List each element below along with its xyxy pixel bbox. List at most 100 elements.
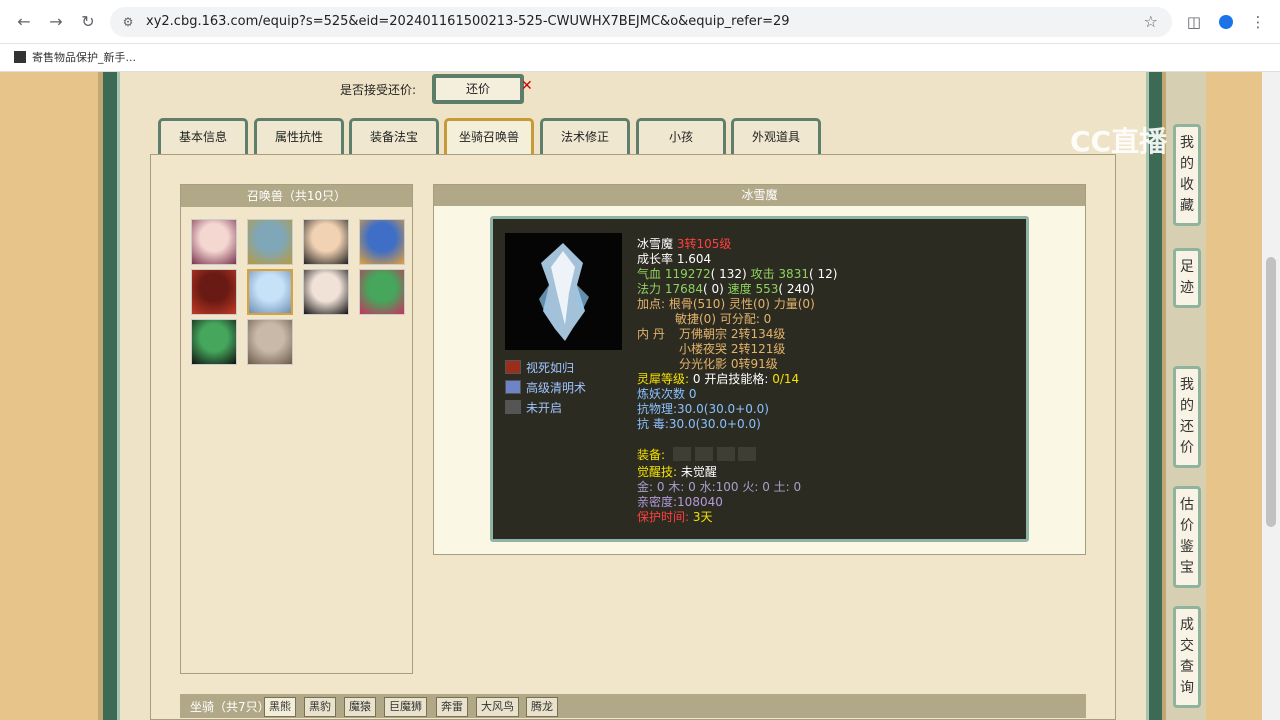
mount-bar: 坐骑（共7只） 黑熊 黑豹 魔猿 巨魔狮 奔雷 大风鸟 腾龙: [180, 694, 1086, 718]
profile-icon[interactable]: [1216, 12, 1236, 32]
skill-label: 视死如归: [526, 361, 575, 375]
back-icon[interactable]: ←: [12, 10, 36, 34]
forward-icon[interactable]: →: [44, 10, 68, 34]
pet-thumbnail[interactable]: [303, 219, 349, 265]
scrollbar[interactable]: [1262, 72, 1280, 720]
page-area: 我的收藏 足迹 我的还价 估价鉴宝 成交查询 CC直播 是否接受还价: 还价 ✕…: [0, 72, 1280, 720]
mp-extra: ( 0): [703, 282, 724, 296]
skill-item[interactable]: 视死如归: [505, 359, 574, 376]
pet-thumbnail[interactable]: [191, 219, 237, 265]
spd-label: 速度: [727, 282, 752, 296]
skill-icon: [505, 360, 521, 374]
tab-attributes[interactable]: 属性抗性: [254, 118, 344, 154]
pet-thumbnail[interactable]: [247, 319, 293, 365]
pet-portrait: [505, 233, 622, 350]
elements-line: 金: 0 木: 0 水:100 火: 0 土: 0: [637, 480, 802, 494]
left-frame-border: [98, 72, 120, 720]
skill-item[interactable]: 高级清明术: [505, 379, 586, 396]
pet-thumbnail[interactable]: [191, 319, 237, 365]
skill-label: 高级清明术: [526, 381, 587, 395]
skill-icon: [505, 380, 521, 394]
mount-tab[interactable]: 巨魔狮: [384, 697, 427, 717]
pet-thumbnail[interactable]: [247, 269, 293, 315]
linxi-value: 0 开启技能格:: [692, 372, 769, 386]
bookmark-favicon-icon: [14, 51, 26, 63]
atk-value: 3831: [778, 267, 809, 281]
menu-icon[interactable]: ⋮: [1248, 12, 1268, 32]
dan-item: 小楼夜哭 2转121级: [679, 342, 786, 356]
mount-tab[interactable]: 黑豹: [304, 697, 336, 717]
side-panel-icon[interactable]: ◫: [1184, 12, 1204, 32]
address-bar[interactable]: ⚙ xy2.cbg.163.com/equip?s=525&eid=202401…: [110, 7, 1172, 37]
my-counter-offers-button[interactable]: 我的还价: [1173, 366, 1201, 468]
dan-item: 万佛朝宗 2转134级: [679, 327, 786, 341]
pet-thumbnail[interactable]: [359, 269, 405, 315]
resist-poison-line: 抗 毒:30.0(30.0+0.0): [637, 417, 761, 432]
right-margin: [1206, 72, 1262, 720]
footprint-button[interactable]: 足迹: [1173, 248, 1201, 308]
resist-phys-line: 抗物理:30.0(30.0+0.0): [637, 402, 769, 417]
pet-detail-header: 冰雪魔: [434, 185, 1085, 206]
linxi-label: 灵犀等级:: [637, 372, 690, 386]
equip-slot[interactable]: [716, 447, 735, 461]
skill-item[interactable]: 未开启: [505, 399, 562, 416]
appraisal-button[interactable]: 估价鉴宝: [1173, 486, 1201, 588]
equip-label: 装备:: [637, 448, 666, 462]
points-line: 加点: 根骨(510) 灵性(0) 力量(0): [637, 297, 815, 311]
locked-skill-icon: [505, 400, 521, 414]
mount-tab[interactable]: 腾龙: [526, 697, 558, 717]
equip-slot[interactable]: [738, 447, 757, 461]
protect-value: 3天: [692, 510, 713, 524]
atk-extra: ( 12): [808, 267, 838, 281]
summon-list: 召唤兽（共10只）: [180, 184, 413, 674]
pet-thumbnail[interactable]: [247, 219, 293, 265]
tab-appearance[interactable]: 外观道具: [731, 118, 821, 154]
bookmark-star-icon[interactable]: ☆: [1144, 12, 1158, 31]
equip-slot[interactable]: [672, 447, 691, 461]
transaction-query-button[interactable]: 成交查询: [1173, 606, 1201, 708]
ice-demon-icon: [539, 243, 589, 341]
hp-atk-line: 气血 119272( 132) 攻击 3831( 12): [637, 267, 837, 282]
hp-label: 气血: [637, 267, 662, 281]
dan-label: 内 丹: [637, 327, 665, 341]
equip-slot[interactable]: [694, 447, 713, 461]
tab-equipment[interactable]: 装备法宝: [349, 118, 439, 154]
tab-spell-modifiers[interactable]: 法术修正: [540, 118, 630, 154]
url-text[interactable]: xy2.cbg.163.com/equip?s=525&eid=20240116…: [146, 14, 790, 29]
reload-icon[interactable]: ↻: [76, 10, 100, 34]
tab-basic-info[interactable]: 基本信息: [158, 118, 248, 154]
atk-label: 攻击: [750, 267, 775, 281]
right-sidebar: 我的收藏 足迹 我的还价 估价鉴宝 成交查询: [1166, 72, 1206, 720]
site-info-icon[interactable]: ⚙: [120, 14, 136, 30]
protect-label: 保护时间:: [637, 510, 690, 524]
close-icon: ✕: [521, 78, 533, 94]
mount-tab[interactable]: 黑熊: [264, 697, 296, 717]
bookmark-item[interactable]: 寄售物品保护_新手...: [14, 49, 136, 65]
resist-poison-value: 30.0(30.0+0.0): [668, 417, 761, 431]
mount-tab[interactable]: 奔雷: [436, 697, 468, 717]
protect-line: 保护时间: 3天: [637, 510, 713, 525]
pet-thumbnail[interactable]: [303, 269, 349, 315]
pet-thumbnail[interactable]: [191, 269, 237, 315]
awaken-value: 未觉醒: [680, 465, 717, 479]
awaken-line: 觉醒技: 未觉醒: [637, 465, 717, 480]
pet-thumbnail[interactable]: [359, 219, 405, 265]
right-frame-border: [1146, 72, 1166, 720]
hp-extra: ( 132): [710, 267, 747, 281]
linxi-slots: 0/14: [772, 372, 800, 386]
scroll-thumb[interactable]: [1266, 257, 1276, 527]
tab-mounts-summons[interactable]: 坐骑召唤兽: [444, 118, 534, 154]
my-favorites-button[interactable]: 我的收藏: [1173, 124, 1201, 226]
bookmarks-bar: 寄售物品保护_新手...: [0, 44, 1280, 72]
mp-value: 17684: [664, 282, 704, 296]
mount-tab[interactable]: 大风鸟: [476, 697, 519, 717]
mp-label: 法力: [637, 282, 662, 296]
pet-name-line: 冰雪魔 3转105级: [637, 237, 731, 252]
pet-detail-panel: 冰雪魔 视死如归 高级清明术 未开启 冰雪魔 3转105级 成长率 1.604 …: [433, 184, 1086, 555]
pet-name: 冰雪魔: [637, 237, 674, 251]
mount-tab[interactable]: 魔猿: [344, 697, 376, 717]
tab-children[interactable]: 小孩: [636, 118, 726, 154]
counter-offer-button[interactable]: 还价: [432, 74, 524, 104]
dan-item: 分光化影 0转91级: [679, 357, 778, 371]
linxi-line: 灵犀等级: 0 开启技能格: 0/14: [637, 372, 799, 387]
